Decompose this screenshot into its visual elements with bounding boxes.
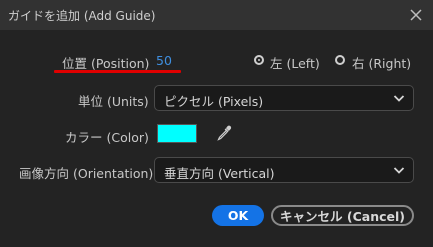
position-value-input[interactable]: 50 — [156, 53, 172, 68]
highlight-underline — [54, 70, 181, 73]
units-select[interactable]: ピクセル (Pixels) — [154, 85, 414, 111]
right-radio[interactable] — [335, 55, 345, 65]
ok-button[interactable]: OK — [212, 205, 264, 226]
eyedropper-icon[interactable] — [215, 124, 233, 142]
dialog-title: ガイドを追加 (Add Guide) — [8, 9, 156, 23]
chevron-down-icon — [393, 167, 405, 174]
color-swatch[interactable] — [157, 124, 197, 143]
chevron-down-icon — [393, 95, 405, 102]
units-select-value: ピクセル (Pixels) — [164, 94, 264, 109]
units-label: 単位 (Units) — [78, 94, 149, 109]
right-radio-label[interactable]: 右 (Right) — [352, 53, 411, 72]
cancel-button[interactable]: キャンセル (Cancel) — [271, 205, 414, 226]
orientation-select-value: 垂直方向 (Vertical) — [164, 166, 275, 181]
color-label: カラー (Color) — [65, 130, 149, 145]
left-radio[interactable] — [254, 55, 264, 65]
orientation-label: 画像方向 (Orientation) — [19, 166, 154, 181]
orientation-select[interactable]: 垂直方向 (Vertical) — [154, 157, 414, 183]
title-bar: ガイドを追加 (Add Guide) — [0, 0, 433, 30]
left-radio-label[interactable]: 左 (Left) — [270, 53, 320, 72]
close-icon[interactable] — [405, 4, 427, 26]
